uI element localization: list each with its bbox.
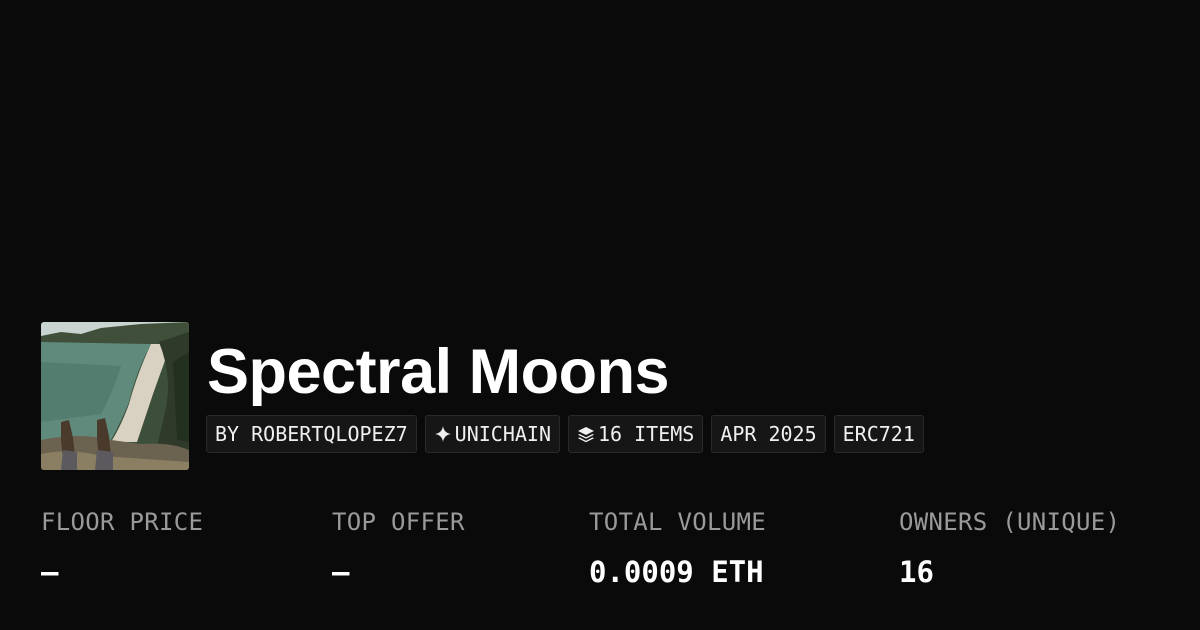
floor-price-label: FLOOR PRICE bbox=[41, 508, 204, 536]
chain-chip-label: UNICHAIN bbox=[454, 422, 551, 446]
collection-image bbox=[41, 322, 189, 470]
date-chip-label: APR 2025 bbox=[720, 422, 817, 446]
total-volume-value: 0.0009 ETH bbox=[589, 555, 764, 589]
total-volume-stat: TOTAL VOLUME 0.0009 ETH bbox=[589, 505, 766, 589]
collection-title: Spectral Moons bbox=[207, 337, 670, 407]
collection-chips: BY ROBERTQLOPEZ7 UNICHAIN 16 ITEMS APR 2… bbox=[206, 415, 924, 453]
creator-chip[interactable]: BY ROBERTQLOPEZ7 bbox=[206, 415, 417, 453]
creator-chip-label: BY ROBERTQLOPEZ7 bbox=[215, 422, 408, 446]
standard-chip: ERC721 bbox=[833, 415, 924, 453]
date-chip: APR 2025 bbox=[711, 415, 826, 453]
total-volume-label: TOTAL VOLUME bbox=[589, 508, 766, 536]
top-offer-value: – bbox=[332, 555, 350, 589]
layers-icon bbox=[577, 425, 595, 443]
floor-price-stat: FLOOR PRICE – bbox=[41, 505, 203, 589]
owners-stat: OWNERS (UNIQUE) 16 bbox=[899, 505, 1120, 589]
items-chip[interactable]: 16 ITEMS bbox=[567, 415, 704, 453]
standard-chip-label: ERC721 bbox=[842, 422, 915, 446]
sparkle-icon bbox=[434, 425, 452, 443]
items-chip-label: 16 ITEMS bbox=[597, 422, 695, 446]
top-offer-stat: TOP OFFER – bbox=[332, 505, 465, 589]
owners-value: 16 bbox=[899, 555, 934, 589]
top-offer-label: TOP OFFER bbox=[332, 508, 465, 536]
chain-chip[interactable]: UNICHAIN bbox=[424, 415, 560, 453]
floor-price-value: – bbox=[41, 555, 59, 589]
owners-label: OWNERS (UNIQUE) bbox=[899, 508, 1121, 536]
